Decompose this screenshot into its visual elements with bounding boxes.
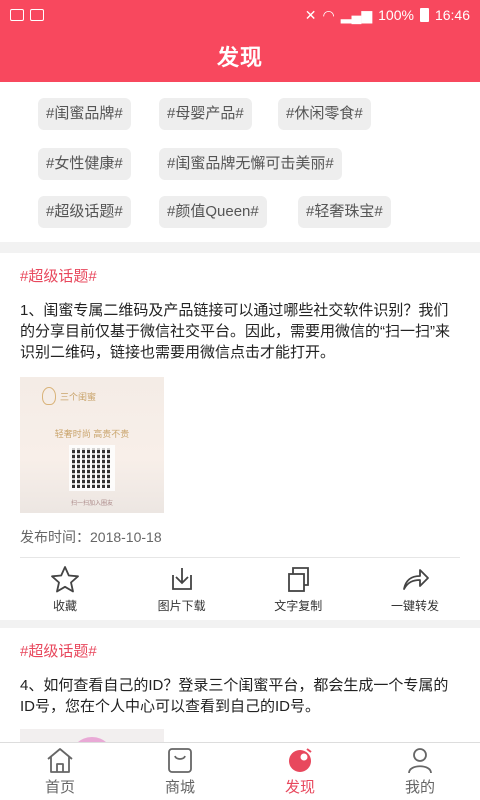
star-icon [51, 565, 79, 592]
page-title: 发现 [216, 45, 263, 70]
user-icon [408, 748, 432, 774]
card-text: 1、闺蜜专属二维码及产品链接可以通过哪些社交软件识别？我们的分享目前仅基于微信社… [20, 302, 450, 361]
card-text: 4、如何查看自己的ID？登录三个闺蜜平台，都会生成一个专属的ID号，您在个人中心… [20, 677, 449, 715]
card-topic[interactable]: #超级话题# [20, 265, 460, 286]
battery-icon [419, 8, 429, 22]
publish-date: 发布时间：2018-10-18 [20, 527, 460, 558]
brand-logo-icon [42, 387, 56, 405]
page-header: 发现 [0, 30, 480, 82]
tag-item[interactable]: #母婴产品# [159, 98, 252, 130]
app-notification-icon [30, 9, 44, 21]
wifi-icon: ◠ [322, 6, 335, 23]
mute-icon: ✕ [304, 6, 317, 23]
share-button[interactable]: 一键转发 [370, 565, 460, 614]
favorite-button[interactable]: 收藏 [20, 565, 110, 614]
tag-item[interactable]: #轻奢珠宝# [298, 196, 391, 228]
tag-item[interactable]: #超级话题# [38, 196, 131, 228]
download-icon [171, 567, 192, 590]
card-topic[interactable]: #超级话题# [20, 640, 460, 661]
share-arrow-icon [403, 568, 429, 590]
home-icon [47, 748, 73, 773]
gallery-notification-icon [10, 9, 24, 21]
card-image[interactable] [20, 729, 164, 742]
tab-mine[interactable]: 我的 [360, 743, 480, 800]
tab-mall[interactable]: 商城 [120, 743, 240, 800]
tag-item[interactable]: #颜值Queen# [159, 196, 267, 228]
tag-item[interactable]: #闺蜜品牌无懈可击美丽# [159, 148, 342, 180]
status-bar: ✕ ◠ ▂▄▆ 100% 16:46 [0, 0, 480, 30]
shopping-bag-icon [168, 748, 192, 773]
bottom-tab-bar: 首页 商城 发现 我的 [0, 742, 480, 800]
qr-code-image[interactable]: 三个闺蜜 轻奢时尚 高贵不贵 扫一扫加入圈友 [20, 377, 164, 513]
discover-icon [289, 748, 312, 772]
tab-home[interactable]: 首页 [0, 743, 120, 800]
tag-item[interactable]: #女性健康# [38, 148, 131, 180]
tag-item[interactable]: #休闲零食# [278, 98, 371, 130]
qr-caption: 扫一扫加入圈友 [70, 501, 113, 507]
clock: 16:46 [434, 7, 470, 23]
qr-code-icon [69, 445, 115, 491]
battery-percent: 100% [378, 7, 414, 23]
signal-icon: ▂▄▆ [340, 6, 373, 23]
feed-card: #超级话题# 1、闺蜜专属二维码及产品链接可以通过哪些社交软件识别？我们的分享目… [0, 253, 480, 620]
topic-tags: #闺蜜品牌# #母婴产品# #休闲零食# #女性健康# #闺蜜品牌无懈可击美丽#… [0, 82, 480, 242]
brand-slogan: 轻奢时尚 高贵不贵 [54, 429, 130, 439]
tab-discover[interactable]: 发现 [240, 743, 360, 800]
card-actions: 收藏 图片下载 文字复制 一键转发 [20, 558, 460, 620]
feed-card: #超级话题# 4、如何查看自己的ID？登录三个闺蜜平台，都会生成一个专属的ID号… [0, 628, 480, 742]
copy-icon [288, 566, 310, 592]
tag-item[interactable]: #闺蜜品牌# [38, 98, 131, 130]
feed-list[interactable]: #超级话题# 1、闺蜜专属二维码及产品链接可以通过哪些社交软件识别？我们的分享目… [0, 253, 480, 742]
download-image-button[interactable]: 图片下载 [137, 565, 227, 614]
brand-label: 三个闺蜜 [42, 387, 96, 405]
copy-text-button[interactable]: 文字复制 [253, 565, 343, 614]
